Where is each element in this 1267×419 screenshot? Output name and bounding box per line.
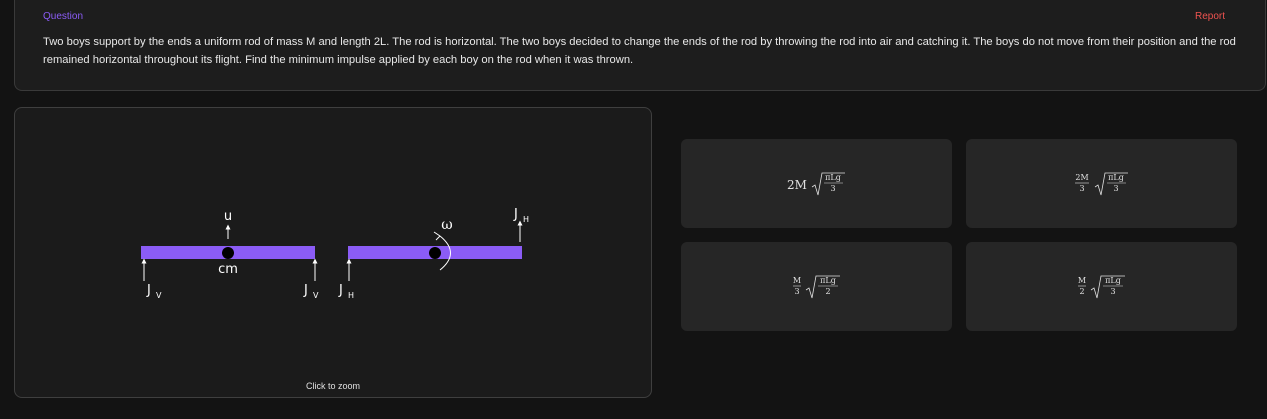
- question-card: Question Report Two boys support by the …: [14, 0, 1266, 91]
- report-link[interactable]: Report: [1195, 11, 1225, 22]
- jh-right-subscript: H: [523, 215, 529, 224]
- u-label: u: [224, 209, 232, 224]
- option-d-radicand-numerator: πLg: [1105, 276, 1121, 285]
- option-c-radicand-numerator: πLg: [820, 276, 836, 285]
- jh-right-label: J: [513, 207, 518, 222]
- option-d[interactable]: M 2 πLg 3: [966, 242, 1237, 331]
- option-a-formula: 2M πLg 3: [787, 172, 845, 195]
- jv-right-subscript: V: [313, 291, 319, 300]
- left-center-of-mass-dot: [222, 247, 234, 259]
- cm-label: cm: [218, 262, 238, 277]
- omega-label: ω: [441, 217, 452, 233]
- jv-right-label: J: [303, 283, 308, 298]
- figure-card[interactable]: u cm J V J V ω J H J H Click to zoom: [14, 107, 652, 398]
- option-c[interactable]: M 3 πLg 2: [681, 242, 952, 331]
- option-c-coef-numerator: M: [792, 276, 800, 285]
- rotation-arrowhead: [433, 231, 441, 241]
- option-b-radicand-denominator: 3: [1113, 184, 1118, 193]
- option-b-formula: 2M 3 πLg 3: [1074, 172, 1128, 195]
- option-a-radicand-numerator: πLg: [825, 173, 841, 182]
- question-label: Question: [43, 11, 84, 22]
- option-a-coefficient: 2M: [787, 178, 807, 192]
- jv-left-subscript: V: [156, 291, 162, 300]
- option-d-formula: M 2 πLg 3: [1077, 275, 1125, 298]
- option-c-formula: M 3 πLg 2: [792, 275, 840, 298]
- option-b-coef-numerator: 2M: [1075, 173, 1088, 182]
- option-c-coef-denominator: 3: [794, 287, 799, 296]
- option-b-radicand-numerator: πLg: [1108, 173, 1124, 182]
- zoom-hint: Click to zoom: [305, 381, 360, 391]
- option-b[interactable]: 2M 3 πLg 3: [966, 139, 1237, 228]
- jv-left-label: J: [146, 283, 151, 298]
- jh-left-label: J: [338, 283, 343, 298]
- option-d-coef-denominator: 2: [1079, 287, 1084, 296]
- option-a-radicand-denominator: 3: [830, 184, 835, 193]
- question-text: Two boys support by the ends a uniform r…: [43, 36, 1236, 66]
- option-c-radicand-denominator: 2: [825, 287, 830, 296]
- option-d-coef-numerator: M: [1077, 276, 1085, 285]
- option-d-radicand-denominator: 3: [1110, 287, 1115, 296]
- option-b-coef-denominator: 3: [1079, 184, 1084, 193]
- option-a[interactable]: 2M πLg 3: [681, 139, 952, 228]
- jh-left-subscript: H: [348, 291, 354, 300]
- right-center-of-mass-dot: [429, 247, 441, 259]
- rod-diagram: u cm J V J V ω J H J H: [141, 207, 529, 300]
